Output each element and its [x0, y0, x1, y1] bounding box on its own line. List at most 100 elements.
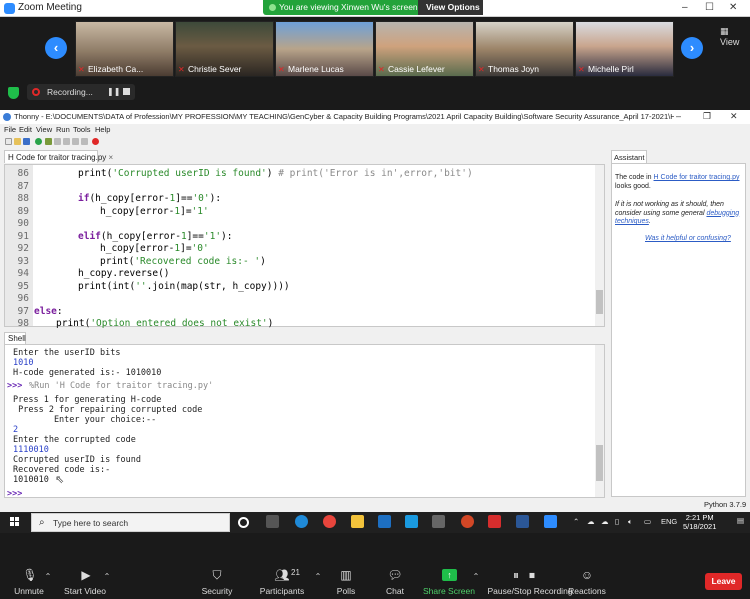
editor-tab[interactable]: H Code for traitor tracing.py ×	[4, 150, 113, 163]
participant-tile[interactable]: ✕ Christie Sever	[175, 21, 274, 77]
scrollbar-thumb[interactable]	[596, 445, 603, 481]
stop-icon[interactable]	[92, 138, 99, 145]
new-file-icon[interactable]	[5, 138, 12, 145]
share-screen-icon[interactable]: ↑	[442, 569, 457, 581]
shell-panel[interactable]: Enter the userID bits 1010 H-code genera…	[4, 344, 605, 499]
shell-output: 1010010	[13, 475, 49, 485]
video-off-icon[interactable]: ▶︎	[76, 568, 96, 582]
menu-view[interactable]: View	[36, 125, 52, 134]
debug-icon[interactable]	[45, 138, 52, 145]
reactions-button[interactable]: Reactions	[552, 586, 622, 596]
powerpoint-icon[interactable]	[461, 515, 474, 528]
open-file-icon[interactable]	[14, 138, 21, 145]
chrome-icon[interactable]	[323, 515, 336, 528]
code-editor[interactable]: 86 87 88 89 90 91 92 93 94 95 96 97 98 p…	[4, 164, 605, 329]
participants-button[interactable]: Participants	[247, 586, 317, 596]
zoom-taskbar-icon[interactable]	[544, 515, 557, 528]
word-icon[interactable]	[516, 515, 529, 528]
menu-file[interactable]: File	[4, 125, 16, 134]
shell-output: Press 2 for repairing corrupted code	[13, 405, 203, 415]
step-over-icon[interactable]	[54, 138, 61, 145]
battery-icon[interactable]: ▭	[644, 517, 651, 526]
reactions-icon[interactable]: ☺︎	[577, 568, 597, 582]
run-icon[interactable]	[35, 138, 42, 145]
polls-icon[interactable]: ▥	[336, 568, 356, 582]
minimize-icon[interactable]: –	[682, 2, 688, 13]
menu-tools[interactable]: Tools	[73, 125, 91, 134]
maximize-icon[interactable]: ☐	[705, 2, 714, 13]
shell-scrollbar[interactable]	[595, 345, 604, 497]
task-view-icon[interactable]	[266, 515, 279, 528]
volume-icon[interactable]: 🔈︎	[628, 517, 633, 527]
next-participants-button[interactable]: ›	[681, 37, 703, 59]
scrollbar-thumb[interactable]	[596, 290, 603, 314]
shell-tab[interactable]: Shell	[4, 332, 26, 344]
muted-mic-icon[interactable]: 🎙︎	[20, 568, 40, 582]
prev-participants-button[interactable]: ‹	[45, 37, 67, 59]
assistant-text: The code in	[615, 174, 654, 181]
resume-icon[interactable]	[81, 138, 88, 145]
thonny-title: Thonny - E:\DOCUMENTS\DATA of Profession…	[14, 112, 674, 121]
security-button[interactable]: Security	[182, 586, 252, 596]
participant-tile[interactable]: ✕ Thomas Joyn	[475, 21, 574, 77]
file-explorer-icon[interactable]	[351, 515, 364, 528]
menu-edit[interactable]: Edit	[19, 125, 32, 134]
chevron-up-icon[interactable]: ⌃	[97, 572, 117, 581]
participant-tile[interactable]: ✕ Cassie Lefever	[375, 21, 474, 77]
thonny-taskbar-icon[interactable]	[432, 515, 445, 528]
stop-icon[interactable]: ⏹︎	[522, 568, 542, 583]
minimize-icon[interactable]: –	[676, 111, 681, 121]
onedrive-icon[interactable]: ☁	[601, 517, 609, 526]
code-line: elif(h_copy[error-1]=='1'):	[78, 231, 233, 242]
share-screen-button[interactable]: Share Screen	[414, 586, 484, 596]
restore-icon[interactable]: ❐	[703, 111, 711, 122]
recording-icon	[32, 88, 40, 96]
editor-scrollbar[interactable]	[595, 165, 604, 326]
participant-name: Michelle Pirl	[588, 64, 634, 74]
close-icon[interactable]: ✕	[730, 111, 738, 122]
chevron-up-icon[interactable]: ⌃	[308, 572, 328, 581]
leave-button[interactable]: Leave	[705, 573, 742, 590]
language-indicator[interactable]: ENG	[661, 517, 677, 526]
stop-recording-icon[interactable]	[123, 88, 130, 95]
network-icon[interactable]: ▯	[615, 517, 619, 526]
line-number-gutter: 86 87 88 89 90 91 92 93 94 95 96 97 98	[5, 165, 33, 329]
view-options-button[interactable]: View Options ⌄	[418, 0, 483, 22]
taskbar-search[interactable]: ⌕ Type here to search	[31, 513, 230, 532]
chevron-up-icon[interactable]: ⌃	[466, 572, 486, 581]
close-icon[interactable]: ✕	[729, 2, 737, 13]
participant-tile[interactable]: ✕ Elizabeth Ca...	[75, 21, 174, 77]
chat-icon[interactable]: 💬︎	[385, 568, 405, 582]
step-out-icon[interactable]	[72, 138, 79, 145]
participant-tile[interactable]: ✕ Marlene Lucas	[275, 21, 374, 77]
edge-icon[interactable]	[295, 515, 308, 528]
feedback-link[interactable]: Was it helpful or confusing?	[645, 235, 731, 242]
view-button[interactable]: ▦ View	[720, 26, 750, 47]
mail-icon[interactable]	[378, 515, 391, 528]
acrobat-icon[interactable]	[488, 515, 501, 528]
tray-chevron-icon[interactable]: ⌃	[573, 517, 579, 526]
chevron-up-icon[interactable]: ⌃	[38, 572, 58, 581]
save-icon[interactable]	[23, 138, 30, 145]
shield-icon[interactable]: ⛉	[207, 568, 227, 583]
code-token: ]=	[180, 243, 192, 254]
onedrive-icon[interactable]: ☁	[587, 517, 595, 526]
assistant-tab[interactable]: Assistant ×	[611, 150, 647, 171]
notification-icon[interactable]: ▤	[737, 516, 744, 525]
start-video-button[interactable]: Start Video	[50, 586, 120, 596]
cortana-icon[interactable]	[238, 517, 249, 528]
line-number: 88	[17, 193, 29, 204]
close-tab-icon[interactable]: ×	[109, 153, 114, 162]
participant-tile[interactable]: ✕ Michelle Pirl	[575, 21, 674, 77]
pause-recording-icon[interactable]: ❚❚	[107, 87, 120, 96]
menu-run[interactable]: Run	[56, 125, 70, 134]
step-into-icon[interactable]	[63, 138, 70, 145]
menu-help[interactable]: Help	[95, 125, 110, 134]
taskbar-clock[interactable]: 2:21 PM 5/18/2021	[683, 513, 716, 531]
windows-start-icon[interactable]	[10, 517, 20, 527]
skype-icon[interactable]	[405, 515, 418, 528]
participants-icon[interactable]: 👥︎	[272, 568, 292, 582]
python-version[interactable]: Python 3.7.9	[704, 500, 746, 509]
zoom-screen: Zoom Meeting – ☐ ✕ You are viewing Xinwe…	[0, 0, 750, 599]
file-link[interactable]: H Code for traitor tracing.py	[654, 174, 740, 181]
